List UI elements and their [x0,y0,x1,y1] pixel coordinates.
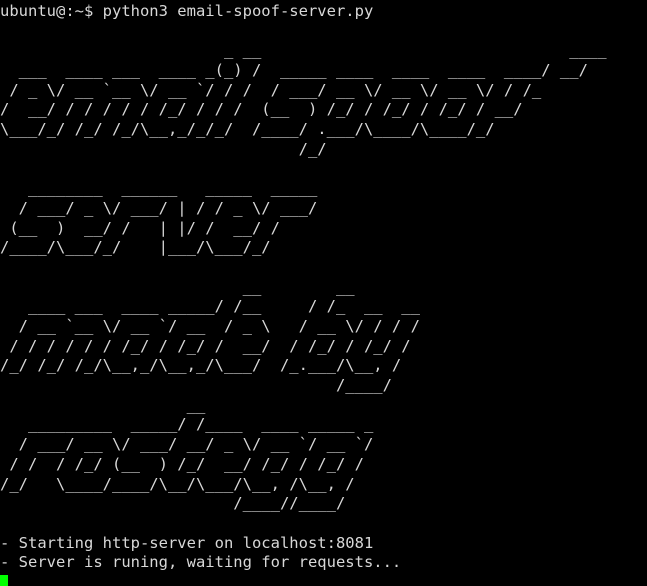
banner-line: / ___/ __ \/ ___/ __/ _ \/ __ `/ __ `/ [0,435,374,454]
banner-line: / _ \/ __ `__ \/ __ `/ / / / ___/ __ \/ … [0,80,542,99]
banner-line: /_/ /_/ /_/\__,_/\__,_/\___/ /_.___/\__,… [0,356,402,375]
banner-line: __ __ [0,277,355,296]
banner-line: (__ ) __/ / | |/ / __/ / [0,218,280,237]
banner-line: _ __ ____ [0,41,607,60]
log-line-starting: - Starting http-server on localhost:8081 [0,533,374,552]
banner-line [0,22,647,42]
banner-line: / / / /_/ (__ ) /_/ __/ /_/ / /_/ / [0,454,364,473]
banner-line: \___/_/ /_/ /_/\__,_/_/_/ /____/ .___/\_… [0,120,495,139]
terminal-cursor [0,574,8,586]
terminal-window[interactable]: ubuntu@:~$ python3 email-spoof-server.py… [0,0,647,586]
input-line[interactable] [0,573,647,586]
command-prompt-line: ubuntu@:~$ python3 email-spoof-server.py [0,2,374,20]
banner-line: / __ `__ \/ __ `/ __ / _ \ / __ \/ / / / [0,317,420,335]
banner-line: ________ ______ _____ _____ [0,179,318,198]
banner-line: /____/ [0,376,392,395]
banner-line [0,160,647,180]
banner-line: /____//____/ [0,494,346,513]
banner-line: /_/ [0,139,327,158]
banner-line [0,514,647,534]
banner-line: / / / / / / /_/ / /_/ / __/ / /_/ / /_/ … [0,336,411,355]
banner-line: /____/\___/_/ |___/\___/_/ [0,238,271,257]
log-line-running: - Server is runing, waiting for requests… [0,553,402,572]
banner-line: / __/ / / / / / /_/ / / / (__ ) /_/ / /_… [0,100,523,119]
banner-line: ____ ___ ____ _____/ /__ / /_ __ __ [0,297,420,316]
banner-line: / ___/ _ \/ ___/ | / / _ \/ ___/ [0,198,318,217]
banner-line: /_/ \____/____/\__/\___/\__, /\__, / [0,474,355,493]
ascii-banner: _ __ ____ ___ ____ ___ ____ _(_) / _____… [0,22,647,534]
banner-line: _________ _____/ /____ ____ _____ _ [0,415,374,434]
banner-line [0,258,647,278]
banner-line: __ [0,395,206,414]
banner-line: ___ ____ ___ ____ _(_) / _____ ____ ____… [0,61,588,80]
